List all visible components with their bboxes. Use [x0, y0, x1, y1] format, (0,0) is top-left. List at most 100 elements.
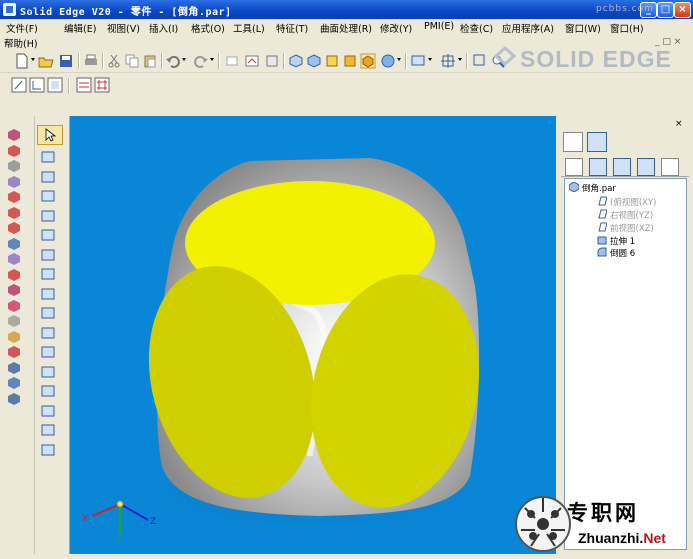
draft-icon[interactable]: [7, 314, 21, 328]
sketch-mode-icon[interactable]: [11, 77, 27, 93]
revolve-icon[interactable]: [7, 144, 21, 158]
menu-file[interactable]: 文件(F): [6, 21, 38, 35]
round-icon[interactable]: [7, 221, 21, 235]
extrude-tool-icon[interactable]: [41, 170, 55, 184]
menu-applications[interactable]: 应用程序(A): [502, 21, 554, 35]
watermark-site: pcbbs.com: [596, 4, 654, 14]
pattern-tool-icon[interactable]: [41, 326, 55, 340]
menu-window[interactable]: 窗口(W): [565, 21, 601, 35]
web-icon[interactable]: [7, 283, 21, 297]
copy-icon[interactable]: [124, 53, 140, 69]
undo-icon[interactable]: [165, 53, 181, 69]
round-icon: [597, 247, 607, 257]
view-right-icon[interactable]: [342, 53, 358, 69]
shaded-icon[interactable]: [360, 53, 376, 69]
select-tool-button[interactable]: [37, 125, 63, 145]
plane-icon[interactable]: [47, 77, 63, 93]
menu-inspect[interactable]: 检查(C): [460, 21, 493, 35]
graphics-viewport[interactable]: X Y Z: [70, 116, 556, 554]
revolve-tool-icon[interactable]: [41, 209, 55, 223]
pattern-icon[interactable]: [7, 345, 21, 359]
layers-icon[interactable]: [76, 77, 92, 93]
feature-tab-icon[interactable]: [565, 158, 583, 176]
menu-window-2[interactable]: 窗口(H): [610, 21, 644, 35]
plane-tool-icon[interactable]: [41, 423, 55, 437]
cut-tool-icon[interactable]: [41, 189, 55, 203]
surface-tool-icon[interactable]: [41, 365, 55, 379]
edgebar-tab-icon[interactable]: [563, 132, 583, 152]
solid-edge-logo: SOLID EDGE: [520, 46, 672, 72]
menu-surfacing[interactable]: 曲面处理(R): [320, 21, 372, 35]
paste-icon[interactable]: [142, 53, 158, 69]
loft-icon[interactable]: [7, 175, 21, 189]
grid-icon[interactable]: [94, 77, 110, 93]
chamfer-icon[interactable]: [7, 237, 21, 251]
close-button[interactable]: ×: [674, 2, 691, 18]
layer-tab-icon[interactable]: [589, 158, 607, 176]
profile-icon[interactable]: [29, 77, 45, 93]
print-icon[interactable]: [83, 53, 99, 69]
thin-wall-icon[interactable]: [7, 252, 21, 266]
library-tab-icon[interactable]: [587, 132, 607, 152]
sweep-icon[interactable]: [7, 159, 21, 173]
axis-tool-icon[interactable]: [41, 443, 55, 457]
point-tool-icon[interactable]: [41, 404, 55, 418]
view-front-icon[interactable]: [324, 53, 340, 69]
fit-icon[interactable]: [440, 53, 456, 69]
brand-cn-text: 专职网: [567, 500, 639, 525]
maximize-button[interactable]: □: [657, 2, 674, 18]
new-icon[interactable]: [14, 53, 30, 69]
sketch-tool-icon[interactable]: [41, 150, 55, 164]
hole-icon[interactable]: [7, 206, 21, 220]
thread-icon[interactable]: [7, 361, 21, 375]
menu-pmi[interactable]: PMI(E): [424, 21, 454, 32]
rib-icon[interactable]: [7, 268, 21, 282]
menu-format[interactable]: 格式(O): [191, 21, 225, 35]
menu-modify[interactable]: 修改(Y): [380, 21, 412, 35]
new-dropdown-icon[interactable]: [31, 58, 35, 61]
menu-tools[interactable]: 工具(L): [233, 21, 265, 35]
open-icon[interactable]: [38, 53, 54, 69]
cut-icon[interactable]: [106, 53, 122, 69]
cutout-icon[interactable]: [7, 190, 21, 204]
extrude-icon: [597, 236, 607, 245]
menu-insert[interactable]: 插入(I): [149, 21, 178, 35]
draft-tool-icon[interactable]: [41, 267, 55, 281]
title-bar: Solid Edge V20 - 零件 - [倒角.par] _ □ ×: [0, 0, 693, 19]
hole-tool-icon[interactable]: [41, 228, 55, 242]
face-icon[interactable]: [7, 376, 21, 390]
lip-icon[interactable]: [7, 299, 21, 313]
plane-icon: [598, 209, 607, 219]
select-icon[interactable]: [224, 53, 240, 69]
coordinate-triad: [91, 500, 149, 534]
save-icon[interactable]: [58, 53, 74, 69]
view-top-icon[interactable]: [306, 53, 322, 69]
curve-tool-icon[interactable]: [41, 384, 55, 398]
tools-icon[interactable]: [264, 53, 280, 69]
shell-tool-icon[interactable]: [41, 287, 55, 301]
mirror-tool-icon[interactable]: [41, 345, 55, 359]
render-icon[interactable]: [380, 53, 396, 69]
view-iso-icon[interactable]: [288, 53, 304, 69]
menu-view[interactable]: 视图(V): [107, 21, 140, 35]
mirror-icon[interactable]: [7, 330, 21, 344]
panel-close-icon[interactable]: ×: [675, 119, 683, 129]
zoom-area-icon[interactable]: [472, 53, 488, 69]
toolbar-spacer: [0, 98, 693, 117]
solid-edge-logo-icon: [493, 45, 517, 67]
properties-tab-icon[interactable]: [661, 158, 679, 176]
menu-features[interactable]: 特征(T): [276, 21, 308, 35]
display-icon[interactable]: [410, 53, 426, 69]
family-tab-icon[interactable]: [637, 158, 655, 176]
menu-edit[interactable]: 编辑(E): [64, 21, 96, 35]
app-icon[interactable]: [3, 3, 16, 16]
protrusion-icon[interactable]: [7, 128, 21, 142]
menu-help[interactable]: 帮助(H): [4, 36, 38, 50]
sensor-tab-icon[interactable]: [613, 158, 631, 176]
sketch-icon[interactable]: [244, 53, 260, 69]
redo-icon[interactable]: [193, 53, 209, 69]
rib-tool-icon[interactable]: [41, 306, 55, 320]
part-copy-icon[interactable]: [7, 392, 21, 406]
round-tool-icon[interactable]: [41, 248, 55, 262]
plane-icon: [598, 222, 607, 232]
